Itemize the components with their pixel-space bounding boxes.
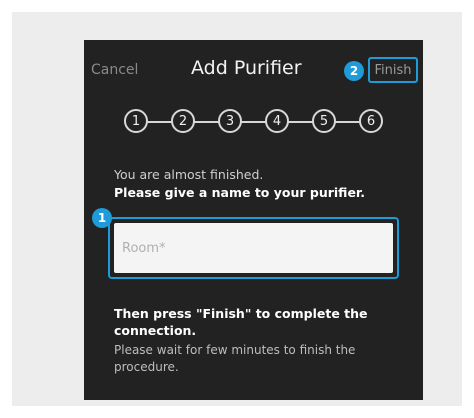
cancel-button[interactable]: Cancel [91,62,138,78]
step-5: 5 [312,109,336,133]
step-4: 4 [265,109,289,133]
finish-button[interactable]: Finish [368,57,418,83]
figure-frame: Cancel Add Purifier 2 Finish 1 2 3 4 5 6… [12,12,462,406]
step-indicator: 1 2 3 4 5 6 [124,109,384,135]
name-placeholder: Room* [122,240,166,256]
step-2: 2 [171,109,195,133]
instruction-text: Please give a name to your purifier. [114,185,366,200]
name-input-highlight: Room* [108,217,399,279]
phone-screen: Cancel Add Purifier 2 Finish 1 2 3 4 5 6… [84,40,423,400]
step-3: 3 [218,109,242,133]
step-1: 1 [124,109,148,133]
finish-button-label: Finish [374,62,412,78]
intro-text: You are almost finished. [114,167,264,182]
page-title: Add Purifier [191,57,302,79]
wait-note-text: Please wait for few minutes to finish th… [114,343,356,374]
callout-badge-2: 2 [344,61,364,81]
finish-instruction-text: Then press "Finish" to complete the conn… [114,306,368,338]
step-6: 6 [359,109,383,133]
purifier-name-input[interactable]: Room* [114,223,393,273]
